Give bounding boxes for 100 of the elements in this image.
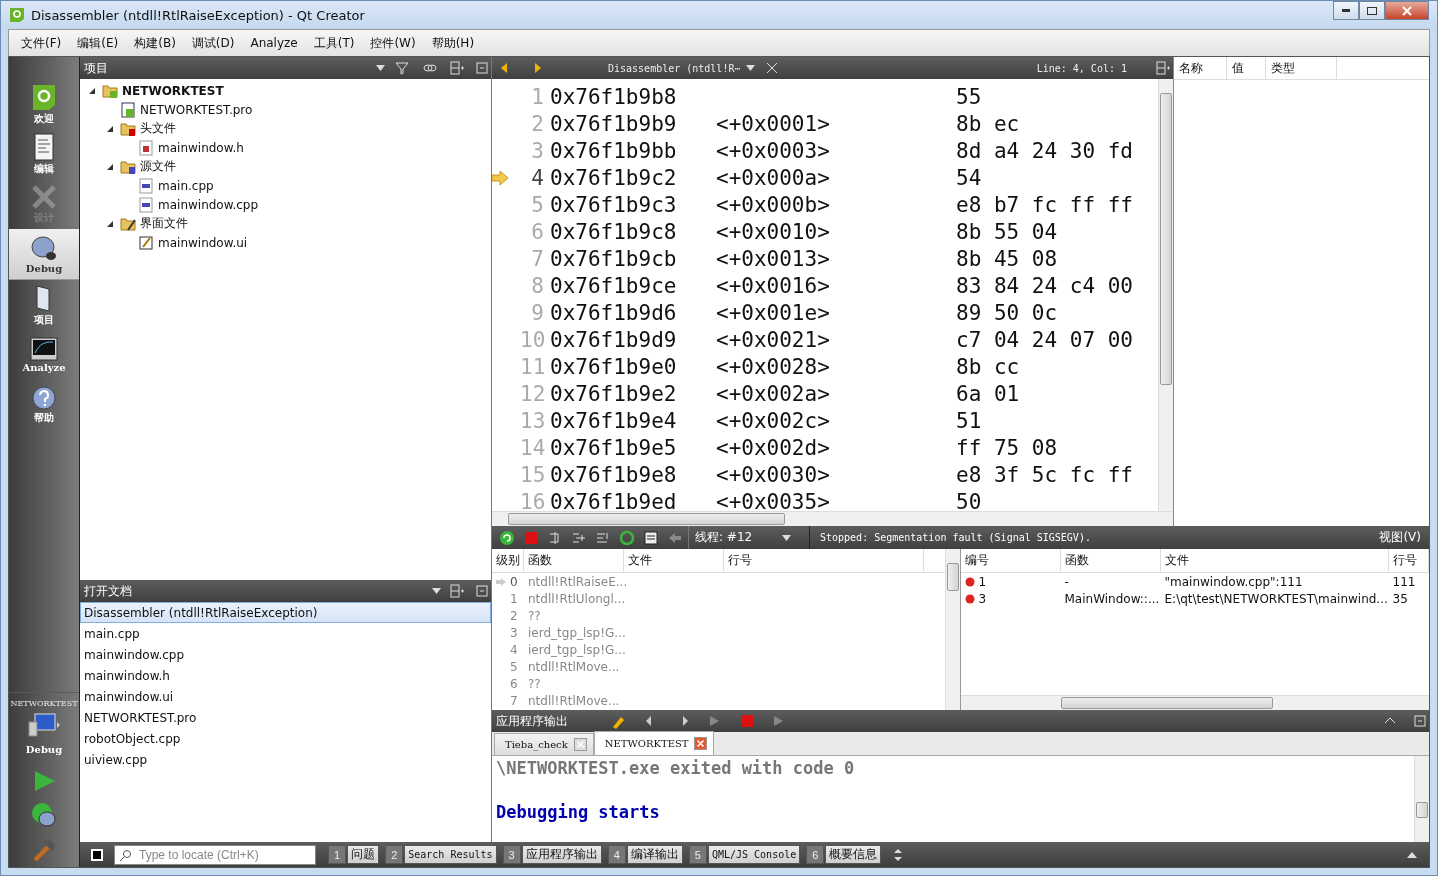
open-document[interactable]: NETWORKTEST.pro <box>80 707 491 728</box>
minimize-button[interactable] <box>1333 1 1359 20</box>
document-selector[interactable]: Disassembler (ntdll!R⋯ <box>608 62 741 74</box>
tree-item[interactable]: 头文件 <box>140 120 176 137</box>
open-document[interactable]: uiview.cpp <box>80 749 491 770</box>
help-icon <box>32 385 56 410</box>
tree-item[interactable]: NETWORKTEST <box>122 83 224 98</box>
vertical-scrollbar[interactable] <box>1414 756 1429 842</box>
form-file-icon <box>138 234 154 251</box>
maximize-button[interactable] <box>1359 1 1385 20</box>
offset: <+0x001e> <box>716 300 830 325</box>
table-cell: 5 <box>510 659 518 674</box>
menu-item[interactable]: 控件(W) <box>362 34 424 52</box>
bug-icon <box>30 801 58 829</box>
expand-arrow-icon[interactable] <box>106 124 114 133</box>
expand-arrow-icon[interactable] <box>106 162 114 171</box>
dropdown-arrow-icon[interactable] <box>782 534 792 541</box>
table-cell: 3 <box>978 591 987 606</box>
close-icon[interactable] <box>694 737 708 750</box>
column-header[interactable]: 级别 <box>492 549 524 572</box>
expand-arrow-icon[interactable] <box>106 219 114 228</box>
offset: <+0x0003> <box>716 138 830 163</box>
menu-item[interactable]: 文件(F) <box>13 34 70 52</box>
column-header[interactable]: 文件 <box>624 549 724 572</box>
mode-tab[interactable]: Analyze <box>9 330 79 380</box>
tree-item[interactable]: 源文件 <box>140 158 176 175</box>
address: 0x76f1b9cb <box>550 246 678 271</box>
open-document[interactable]: mainwindow.cpp <box>80 644 491 665</box>
mode-tab[interactable]: 项目 <box>9 280 79 330</box>
offset: <+0x0010> <box>716 219 830 244</box>
offset: <+0x000b> <box>716 192 830 217</box>
menu-item[interactable]: 编辑(E) <box>69 34 127 52</box>
menu-item[interactable]: Analyze <box>242 36 306 50</box>
locate-field[interactable]: Type to locate (Ctrl+K) <box>114 844 316 865</box>
mode-label: Debug <box>25 263 63 274</box>
column-header[interactable]: 类型 <box>1266 57 1337 79</box>
output-tab[interactable]: Tieba_check <box>494 733 594 755</box>
dropdown-arrow-icon[interactable] <box>746 65 756 71</box>
horizontal-scrollbar[interactable] <box>492 511 1173 526</box>
build-config[interactable]: Debug <box>25 744 63 755</box>
split-icon[interactable] <box>1153 58 1173 78</box>
opcode-bytes: 8d a4 24 30 fd <box>956 138 1134 163</box>
mode-tab[interactable]: Debug <box>9 229 79 280</box>
offset: <+0x000a> <box>716 165 830 190</box>
expand-arrow-icon[interactable] <box>88 86 96 95</box>
tree-item[interactable]: mainwindow.ui <box>158 235 248 250</box>
vertical-scrollbar[interactable] <box>944 549 960 710</box>
menu-item[interactable]: 构建(B) <box>126 34 184 52</box>
thread-selector[interactable]: 线程: #12 <box>695 529 753 546</box>
open-document[interactable]: mainwindow.h <box>80 665 491 686</box>
mode-tab[interactable]: 帮助 <box>9 380 79 430</box>
dropdown-arrow-icon[interactable] <box>432 588 441 594</box>
maximize-icon <box>1367 6 1377 15</box>
vertical-scrollbar[interactable] <box>1158 79 1173 511</box>
column-header[interactable]: 编号 <box>960 549 1061 572</box>
tree-item[interactable]: 界面文件 <box>140 215 188 232</box>
close-button[interactable] <box>1385 1 1429 20</box>
dropdown-arrow-icon[interactable] <box>376 65 385 71</box>
column-header[interactable]: 名称 <box>1174 57 1227 79</box>
cpp-file-icon <box>138 196 154 213</box>
horizontal-scrollbar[interactable] <box>960 695 1429 710</box>
tab-label: NETWORKTEST <box>604 738 689 749</box>
tree-item[interactable]: mainwindow.cpp <box>158 197 259 212</box>
mode-tab[interactable]: 欢迎 <box>9 79 79 129</box>
mode-tab[interactable]: 编辑 <box>9 129 79 179</box>
column-header[interactable]: 行号 <box>724 549 924 572</box>
table-cell: 1 <box>978 574 987 589</box>
address: 0x76f1b9c8 <box>550 219 678 244</box>
table-cell[interactable]: - <box>1060 574 1161 589</box>
mode-label: 编辑 <box>34 161 54 176</box>
open-document[interactable]: robotObject.cpp <box>80 728 491 749</box>
menu-item[interactable]: 帮助(H) <box>423 34 483 52</box>
target-project[interactable]: NETWORKTEST <box>10 699 78 708</box>
table-cell-text: 35 <box>1391 591 1409 606</box>
view-menu[interactable]: 视图(V) <box>1379 529 1429 546</box>
opcode-bytes: 8b 55 04 <box>956 219 1059 244</box>
tree-item[interactable]: mainwindow.h <box>158 140 244 155</box>
open-document[interactable]: main.cpp <box>80 623 491 644</box>
output-tab[interactable]: NETWORKTEST <box>593 731 715 755</box>
split-icon[interactable] <box>447 58 467 78</box>
tree-item[interactable]: main.cpp <box>158 178 214 193</box>
opcode-bytes: 51 <box>956 408 983 433</box>
computer-icon <box>27 712 61 740</box>
offset: <+0x0028> <box>716 354 830 379</box>
column-header[interactable]: 函数 <box>1060 549 1161 572</box>
open-document[interactable]: mainwindow.ui <box>80 686 491 707</box>
offset: <+0x002d> <box>716 435 830 460</box>
address: 0x76f1b9ce <box>550 273 678 298</box>
column-header[interactable]: 文件 <box>1160 549 1389 572</box>
menu-item[interactable]: 调试(D) <box>183 34 243 52</box>
column-header[interactable]: 函数 <box>524 549 624 572</box>
line-number: 9 <box>530 300 545 325</box>
open-document[interactable]: Disassembler (ntdll!RtlRaiseException) <box>80 602 491 623</box>
split-icon[interactable] <box>447 581 467 601</box>
tree-item[interactable]: NETWORKTEST.pro <box>140 102 253 117</box>
column-header[interactable]: 行号 <box>1388 549 1429 572</box>
offset: <+0x002c> <box>716 408 830 433</box>
column-header[interactable]: 值 <box>1227 57 1266 79</box>
menu-item[interactable]: 工具(T) <box>305 34 363 52</box>
table-cell[interactable]: MainWindow::... <box>1060 591 1161 606</box>
